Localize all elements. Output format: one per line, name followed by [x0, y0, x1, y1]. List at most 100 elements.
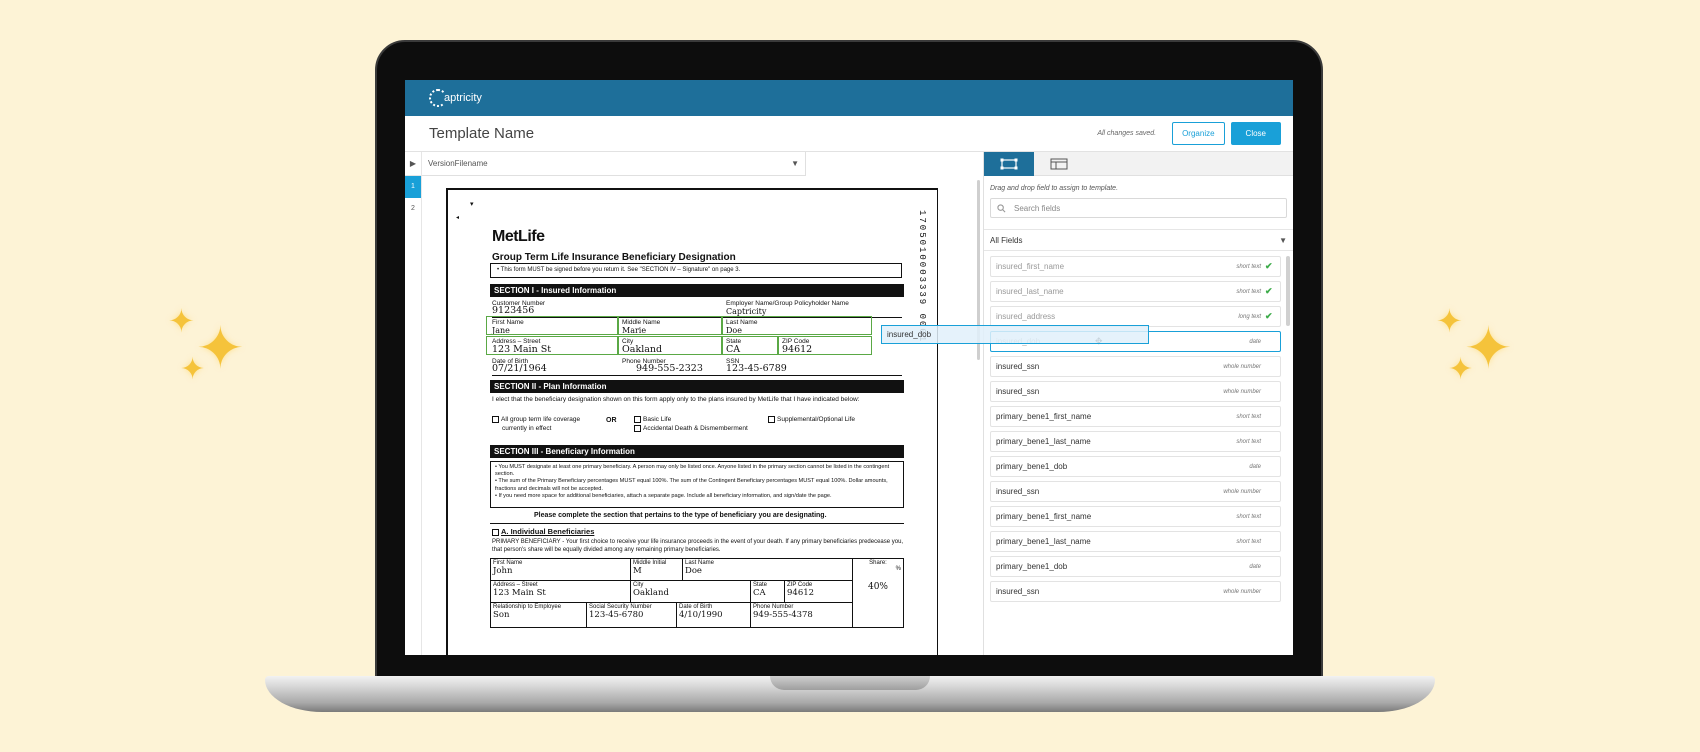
b-phone-value: 949-555-4378: [753, 610, 813, 620]
field-name: primary_bene1_last_name: [996, 537, 1091, 546]
field-list: insured_first_name short text ✔ insured_las…: [990, 256, 1281, 606]
rule-bullet: • The sum of the Primary Beneficiary per…: [495, 478, 888, 492]
tab-field-boxes[interactable]: [984, 152, 1034, 176]
sidebar-toggle-icon[interactable]: ▶: [405, 152, 421, 176]
page-thumb-1[interactable]: 1: [405, 176, 421, 198]
drag-hint: Drag and drop field to assign to templat…: [990, 185, 1119, 192]
field-item[interactable]: primary_bene1_first_name short text: [990, 506, 1281, 527]
field-type: short text: [1236, 288, 1261, 295]
form-title: Group Term Life Insurance Beneficiary De…: [492, 252, 736, 263]
field-name: insured_last_name: [996, 287, 1064, 296]
field-panel: Drag and drop field to assign to templat…: [983, 152, 1293, 655]
field-type: whole number: [1223, 363, 1261, 370]
assigned-field-box[interactable]: [486, 316, 618, 335]
field-name: insured_ssn: [996, 362, 1040, 371]
field-name: primary_bene1_first_name: [996, 412, 1092, 421]
field-item[interactable]: primary_bene1_first_name short text: [990, 406, 1281, 427]
close-button[interactable]: Close: [1230, 122, 1281, 145]
b-zip-cell: ZIP Code 94612: [785, 581, 853, 603]
dragging-field-chip[interactable]: insured_dob: [881, 325, 1149, 344]
b-ssn-value: 123-45-6780: [589, 610, 644, 620]
section-1-header: SECTION I - Insured Information: [490, 284, 904, 297]
checkmark-icon: ✔: [1265, 286, 1273, 296]
assigned-field-box[interactable]: [486, 336, 618, 355]
rule-bullet: • If you need more space for additional …: [495, 492, 832, 499]
ssn-value: 123-45-6789: [726, 363, 787, 374]
document-viewer[interactable]: 1705010003339 0001 ▾ ◂ MetLife Group Ter…: [422, 176, 983, 655]
field-type: long text: [1238, 313, 1261, 320]
field-item[interactable]: insured_ssn whole number: [990, 481, 1281, 502]
title-bar: Template Name All changes saved. Organiz…: [405, 116, 1293, 152]
captricity-logo[interactable]: aptricity: [429, 89, 482, 107]
field-type: short text: [1236, 538, 1261, 545]
assigned-field-box[interactable]: [618, 316, 722, 335]
assigned-field-box[interactable]: [778, 336, 872, 355]
field-item[interactable]: primary_bene1_dob date: [990, 456, 1281, 477]
field-item[interactable]: insured_ssn whole number: [990, 581, 1281, 602]
version-select[interactable]: VersionFilename ▼: [422, 152, 806, 176]
customer-number-value: 9123456: [492, 305, 535, 316]
field-type: date: [1249, 563, 1261, 570]
field-item[interactable]: insured_address long text ✔: [990, 306, 1281, 327]
field-type: short text: [1236, 263, 1261, 270]
field-item[interactable]: insured_ssn whole number: [990, 381, 1281, 402]
b-share-value: 40%: [867, 582, 888, 592]
field-item[interactable]: primary_bene1_last_name short text: [990, 431, 1281, 452]
field-name: insured_ssn: [996, 387, 1040, 396]
logo-text: aptricity: [444, 92, 482, 104]
page-title[interactable]: Template Name: [429, 125, 1097, 142]
chevron-down-icon: ▼: [1279, 235, 1287, 245]
b-zip-value: 94612: [787, 588, 815, 598]
tab-layout[interactable]: [1034, 152, 1084, 176]
b-dob-value: 4/10/1990: [679, 610, 723, 620]
page-sidebar: ▶ 1 2: [405, 152, 422, 655]
field-name: insured_first_name: [996, 262, 1065, 271]
field-item[interactable]: insured_ssn whole number: [990, 356, 1281, 377]
primary-beneficiary-text: PRIMARY BENEFICIARY - Your first choice …: [492, 539, 904, 553]
option-label: All group term life coverage: [501, 416, 581, 424]
b-dob-cell: Date of Birth 4/10/1990: [677, 603, 751, 627]
checkbox-icon[interactable]: [768, 416, 775, 423]
rule: [492, 375, 902, 376]
field-item[interactable]: primary_bene1_last_name short text: [990, 531, 1281, 552]
b-addr-cell: Address – Street 123 Main St: [491, 581, 631, 603]
layout-icon: [1050, 158, 1068, 170]
section-3-header: SECTION III - Beneficiary Information: [490, 445, 904, 458]
beneficiary-rules: • You MUST designate at least one primar…: [490, 461, 904, 508]
b-state-value: CA: [753, 588, 766, 598]
b-last-value: Doe: [685, 566, 702, 576]
checkbox-icon[interactable]: [492, 416, 499, 423]
sparkles-left-icon: ✦ ✦ ✦: [168, 302, 245, 387]
chevron-down-icon: ▼: [791, 159, 799, 168]
field-type: short text: [1236, 438, 1261, 445]
search-fields-input[interactable]: Search fields: [990, 198, 1287, 218]
field-item[interactable]: insured_last_name short text ✔: [990, 281, 1281, 302]
form-notice: • This form MUST be signed before you re…: [490, 263, 902, 278]
checkmark-icon: ✔: [1265, 261, 1273, 271]
field-list-scrollbar[interactable]: [1286, 256, 1290, 326]
assigned-field-box[interactable]: [618, 336, 722, 355]
b-share-pct: %: [895, 566, 901, 572]
field-item[interactable]: primary_bene1_dob date: [990, 556, 1281, 577]
assigned-field-box[interactable]: [722, 316, 872, 335]
organize-button[interactable]: Organize: [1172, 122, 1225, 145]
sparkles-right-icon: ✦ ✦ ✦: [1436, 302, 1513, 387]
search-icon: [997, 203, 1006, 212]
checkbox-icon[interactable]: [492, 528, 499, 536]
assigned-field-box[interactable]: [722, 336, 778, 355]
version-filename: VersionFilename: [428, 159, 488, 168]
field-type: short text: [1236, 513, 1261, 520]
app-screen: aptricity Template Name All changes save…: [405, 80, 1293, 655]
field-filter-dropdown[interactable]: All Fields ▼: [984, 229, 1293, 251]
field-type: whole number: [1223, 488, 1261, 495]
page-thumb-2[interactable]: 2: [405, 198, 421, 220]
form-page: 1705010003339 0001 ▾ ◂ MetLife Group Ter…: [446, 188, 938, 655]
checkbox-icon[interactable]: [634, 416, 641, 423]
checkbox-icon[interactable]: [634, 425, 641, 432]
field-name: primary_bene1_last_name: [996, 437, 1091, 446]
employer-label: Employer Name/Group Policyholder Name: [726, 300, 849, 307]
field-item[interactable]: insured_first_name short text ✔: [990, 256, 1281, 277]
field-name: primary_bene1_dob: [996, 562, 1068, 571]
b-mi-cell: Middle Initial M: [631, 559, 683, 581]
field-name: insured_address: [996, 312, 1056, 321]
